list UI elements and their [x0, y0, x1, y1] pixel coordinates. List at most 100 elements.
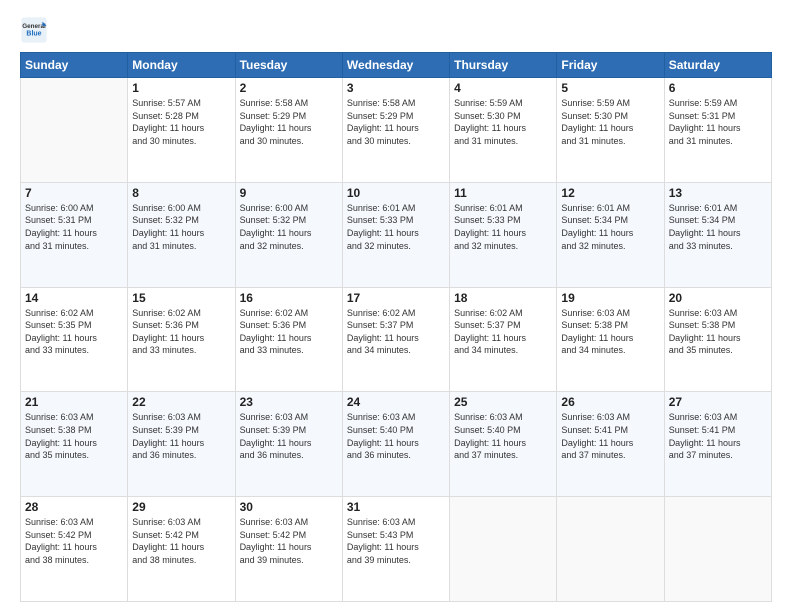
day-number: 29 [132, 500, 230, 514]
calendar-cell: 17Sunrise: 6:02 AM Sunset: 5:37 PM Dayli… [342, 287, 449, 392]
day-number: 16 [240, 291, 338, 305]
calendar-cell: 18 Sunrise: 6:02 AM Sunset: 5:37 PM Dayli… [450, 287, 557, 392]
day-info: Sunrise: 6:03 AM Sunset: 5:38 PM Dayligh… [25, 411, 123, 461]
weekday-wednesday: Wednesday [342, 53, 449, 78]
day-info: Sunrise: 6:02 AM Sunset: 5:35 PM Dayligh… [25, 307, 123, 357]
calendar-body: 1 Sunrise: 5:57 AM Sunset: 5:28 PM Daylig… [21, 78, 772, 602]
day-info: Sunrise: 5:59 AM Sunset: 5:30 PM Dayligh… [454, 97, 552, 147]
day-number: 22 [132, 395, 230, 409]
weekday-saturday: Saturday [664, 53, 771, 78]
day-info: Sunrise: 6:03 AM Sunset: 5:41 PM Dayligh… [561, 411, 659, 461]
calendar-cell: 13Sunrise: 6:01 AM Sunset: 5:34 PM Dayli… [664, 182, 771, 287]
day-number: 5 [561, 81, 659, 95]
day-info: Sunrise: 6:03 AM Sunset: 5:42 PM Dayligh… [240, 516, 338, 566]
calendar-cell [664, 497, 771, 602]
day-number: 12 [561, 186, 659, 200]
day-info: Sunrise: 6:03 AM Sunset: 5:43 PM Dayligh… [347, 516, 445, 566]
calendar-cell: 6 Sunrise: 5:59 AM Sunset: 5:31 PM Daylig… [664, 78, 771, 183]
calendar-week-3: 21 Sunrise: 6:03 AM Sunset: 5:38 PM Dayli… [21, 392, 772, 497]
calendar-cell: 19Sunrise: 6:03 AM Sunset: 5:38 PM Dayli… [557, 287, 664, 392]
calendar-cell: 1 Sunrise: 5:57 AM Sunset: 5:28 PM Daylig… [128, 78, 235, 183]
day-info: Sunrise: 5:59 AM Sunset: 5:30 PM Dayligh… [561, 97, 659, 147]
day-number: 8 [132, 186, 230, 200]
day-info: Sunrise: 6:00 AM Sunset: 5:32 PM Dayligh… [132, 202, 230, 252]
day-number: 18 [454, 291, 552, 305]
day-number: 21 [25, 395, 123, 409]
day-number: 7 [25, 186, 123, 200]
day-number: 4 [454, 81, 552, 95]
day-info: Sunrise: 6:03 AM Sunset: 5:40 PM Dayligh… [347, 411, 445, 461]
calendar-cell: 8 Sunrise: 6:00 AM Sunset: 5:32 PM Daylig… [128, 182, 235, 287]
day-info: Sunrise: 5:58 AM Sunset: 5:29 PM Dayligh… [347, 97, 445, 147]
calendar-week-2: 14 Sunrise: 6:02 AM Sunset: 5:35 PM Dayli… [21, 287, 772, 392]
day-number: 23 [240, 395, 338, 409]
calendar-cell: 23 Sunrise: 6:03 AM Sunset: 5:39 PM Dayli… [235, 392, 342, 497]
day-info: Sunrise: 6:03 AM Sunset: 5:39 PM Dayligh… [132, 411, 230, 461]
calendar-cell: 26Sunrise: 6:03 AM Sunset: 5:41 PM Dayli… [557, 392, 664, 497]
day-number: 11 [454, 186, 552, 200]
day-number: 10 [347, 186, 445, 200]
calendar-table: SundayMondayTuesdayWednesdayThursdayFrid… [20, 52, 772, 602]
calendar-cell [557, 497, 664, 602]
calendar-cell: 7 Sunrise: 6:00 AM Sunset: 5:31 PM Daylig… [21, 182, 128, 287]
calendar-cell: 15 Sunrise: 6:02 AM Sunset: 5:36 PM Dayli… [128, 287, 235, 392]
calendar-cell: 16 Sunrise: 6:02 AM Sunset: 5:36 PM Dayli… [235, 287, 342, 392]
weekday-tuesday: Tuesday [235, 53, 342, 78]
day-info: Sunrise: 6:02 AM Sunset: 5:36 PM Dayligh… [240, 307, 338, 357]
day-number: 31 [347, 500, 445, 514]
day-number: 30 [240, 500, 338, 514]
calendar-week-1: 7 Sunrise: 6:00 AM Sunset: 5:31 PM Daylig… [21, 182, 772, 287]
general-blue-icon: General Blue [20, 16, 48, 44]
day-number: 3 [347, 81, 445, 95]
logo: General Blue [20, 16, 52, 44]
calendar-cell: 5 Sunrise: 5:59 AM Sunset: 5:30 PM Daylig… [557, 78, 664, 183]
day-info: Sunrise: 6:03 AM Sunset: 5:40 PM Dayligh… [454, 411, 552, 461]
calendar-cell [450, 497, 557, 602]
day-info: Sunrise: 6:01 AM Sunset: 5:33 PM Dayligh… [347, 202, 445, 252]
page: General Blue SundayMondayTuesdayWednesda… [0, 0, 792, 612]
day-info: Sunrise: 6:03 AM Sunset: 5:42 PM Dayligh… [25, 516, 123, 566]
calendar-cell: 31 Sunrise: 6:03 AM Sunset: 5:43 PM Dayli… [342, 497, 449, 602]
day-number: 20 [669, 291, 767, 305]
calendar-week-0: 1 Sunrise: 5:57 AM Sunset: 5:28 PM Daylig… [21, 78, 772, 183]
day-number: 25 [454, 395, 552, 409]
day-number: 15 [132, 291, 230, 305]
day-info: Sunrise: 6:00 AM Sunset: 5:31 PM Dayligh… [25, 202, 123, 252]
day-info: Sunrise: 6:02 AM Sunset: 5:37 PM Dayligh… [454, 307, 552, 357]
day-number: 1 [132, 81, 230, 95]
day-info: Sunrise: 6:03 AM Sunset: 5:42 PM Dayligh… [132, 516, 230, 566]
calendar-cell: 11 Sunrise: 6:01 AM Sunset: 5:33 PM Dayli… [450, 182, 557, 287]
calendar-cell: 24Sunrise: 6:03 AM Sunset: 5:40 PM Dayli… [342, 392, 449, 497]
calendar-cell: 20Sunrise: 6:03 AM Sunset: 5:38 PM Dayli… [664, 287, 771, 392]
weekday-friday: Friday [557, 53, 664, 78]
calendar-cell: 9Sunrise: 6:00 AM Sunset: 5:32 PM Daylig… [235, 182, 342, 287]
day-info: Sunrise: 6:02 AM Sunset: 5:36 PM Dayligh… [132, 307, 230, 357]
calendar-cell: 12 Sunrise: 6:01 AM Sunset: 5:34 PM Dayli… [557, 182, 664, 287]
day-number: 14 [25, 291, 123, 305]
calendar-cell [21, 78, 128, 183]
calendar-header: SundayMondayTuesdayWednesdayThursdayFrid… [21, 53, 772, 78]
day-info: Sunrise: 6:03 AM Sunset: 5:39 PM Dayligh… [240, 411, 338, 461]
calendar-cell: 14 Sunrise: 6:02 AM Sunset: 5:35 PM Dayli… [21, 287, 128, 392]
day-number: 9 [240, 186, 338, 200]
day-number: 28 [25, 500, 123, 514]
day-info: Sunrise: 6:01 AM Sunset: 5:33 PM Dayligh… [454, 202, 552, 252]
day-number: 6 [669, 81, 767, 95]
calendar-cell: 2Sunrise: 5:58 AM Sunset: 5:29 PM Daylig… [235, 78, 342, 183]
day-info: Sunrise: 6:03 AM Sunset: 5:41 PM Dayligh… [669, 411, 767, 461]
day-info: Sunrise: 6:01 AM Sunset: 5:34 PM Dayligh… [561, 202, 659, 252]
calendar-cell: 28 Sunrise: 6:03 AM Sunset: 5:42 PM Dayli… [21, 497, 128, 602]
calendar-cell: 27 Sunrise: 6:03 AM Sunset: 5:41 PM Dayli… [664, 392, 771, 497]
calendar-cell: 3 Sunrise: 5:58 AM Sunset: 5:29 PM Daylig… [342, 78, 449, 183]
day-info: Sunrise: 5:59 AM Sunset: 5:31 PM Dayligh… [669, 97, 767, 147]
weekday-monday: Monday [128, 53, 235, 78]
calendar-cell: 4 Sunrise: 5:59 AM Sunset: 5:30 PM Daylig… [450, 78, 557, 183]
day-info: Sunrise: 6:02 AM Sunset: 5:37 PM Dayligh… [347, 307, 445, 357]
header: General Blue [20, 16, 772, 44]
day-info: Sunrise: 5:57 AM Sunset: 5:28 PM Dayligh… [132, 97, 230, 147]
calendar-cell: 29 Sunrise: 6:03 AM Sunset: 5:42 PM Dayli… [128, 497, 235, 602]
calendar-week-4: 28 Sunrise: 6:03 AM Sunset: 5:42 PM Dayli… [21, 497, 772, 602]
day-number: 27 [669, 395, 767, 409]
calendar-cell: 10 Sunrise: 6:01 AM Sunset: 5:33 PM Dayli… [342, 182, 449, 287]
day-number: 13 [669, 186, 767, 200]
